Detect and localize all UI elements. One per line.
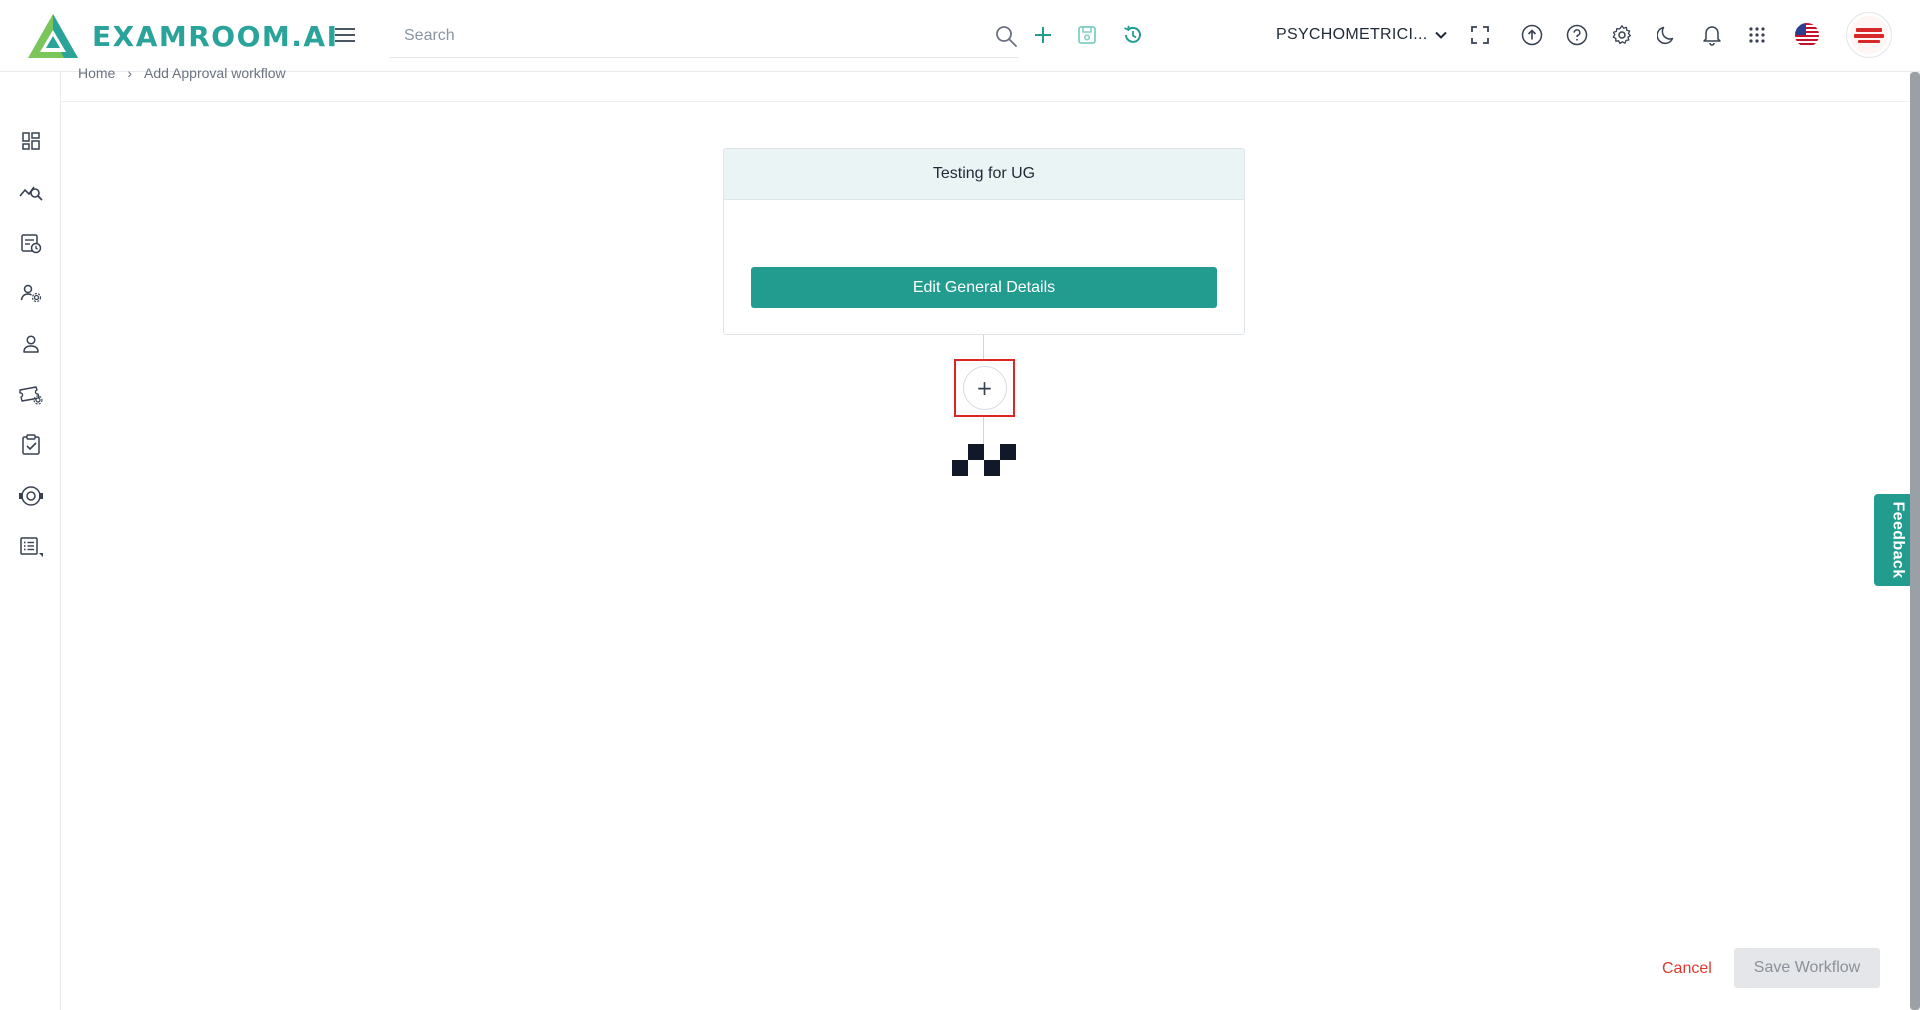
ticket-gear-icon — [19, 386, 43, 405]
workflow-title: Testing for UG — [724, 149, 1244, 200]
chart-search-icon — [19, 186, 43, 201]
help-icon[interactable] — [1564, 22, 1590, 48]
cancel-button[interactable]: Cancel — [1652, 952, 1722, 986]
add-step-button[interactable]: + — [962, 366, 1007, 410]
search-bar — [390, 16, 1018, 58]
brand-logo[interactable]: EXAMROOM.AI — [26, 12, 339, 60]
moon-icon[interactable] — [1654, 22, 1680, 48]
upload-icon[interactable] — [1519, 22, 1545, 48]
calendar-clock-icon — [21, 234, 42, 254]
organization-name: PSYCHOMETRICI... — [1276, 26, 1428, 43]
brand-name: EXAMROOM.AI — [92, 19, 339, 53]
sidebar — [0, 72, 61, 1010]
history-icon[interactable] — [1120, 22, 1146, 48]
sidebar-item-reports[interactable] — [18, 534, 44, 560]
apps-grid-icon[interactable] — [1744, 22, 1770, 48]
list-icon — [20, 537, 43, 557]
sidebar-item-candidates[interactable] — [18, 331, 44, 357]
sidebar-item-exam-schedule[interactable] — [18, 230, 44, 256]
fullscreen-icon[interactable] — [1467, 22, 1493, 48]
sidebar-item-user-settings[interactable] — [18, 280, 44, 306]
person-icon — [23, 335, 39, 353]
avatar[interactable] — [1846, 12, 1892, 58]
workflow-connector-top — [983, 335, 984, 361]
bell-icon[interactable] — [1699, 22, 1725, 48]
dashboard-icon — [22, 132, 40, 150]
plus-icon[interactable] — [1030, 22, 1056, 48]
edit-general-details-button[interactable]: Edit General Details — [751, 267, 1217, 308]
top-header: EXAMROOM.AI PSYCHO — [0, 0, 1920, 72]
search-input[interactable] — [390, 16, 970, 56]
chevron-down-icon — [1435, 31, 1448, 39]
workflow-connector-bottom — [983, 417, 984, 444]
breadcrumb: Home › Add Approval workflow — [78, 62, 286, 84]
search-icon[interactable] — [994, 24, 1018, 48]
breadcrumb-current: Add Approval workflow — [144, 65, 286, 81]
feedback-label: Feedback — [1889, 501, 1907, 579]
clipboard-check-icon — [22, 434, 40, 455]
workflow-start-card: Testing for UG Edit General Details — [723, 148, 1245, 335]
sidebar-item-proctoring[interactable] — [18, 483, 44, 509]
us-flag-icon[interactable] — [1795, 23, 1819, 47]
user-avatar-icon — [1850, 16, 1888, 54]
breadcrumb-chevron-icon: › — [127, 65, 133, 81]
add-step-highlight: + — [954, 359, 1015, 417]
organization-selector[interactable]: PSYCHOMETRICI... — [1276, 22, 1448, 48]
user-gear-icon — [20, 284, 42, 303]
save-icon[interactable] — [1074, 22, 1100, 48]
save-workflow-button[interactable]: Save Workflow — [1734, 948, 1880, 988]
hamburger-menu-icon[interactable] — [332, 22, 358, 48]
checkered-flag-icon — [952, 444, 1016, 476]
breadcrumb-home[interactable]: Home — [78, 65, 115, 81]
sidebar-item-vouchers[interactable] — [18, 382, 44, 408]
camera-gear-icon — [19, 486, 43, 506]
examroom-logo-icon — [28, 14, 78, 58]
sidebar-item-dashboard[interactable] — [18, 128, 44, 154]
scrollbar-thumb[interactable] — [1910, 72, 1920, 1010]
breadcrumb-divider — [61, 101, 1910, 102]
sidebar-item-approvals[interactable] — [18, 432, 44, 458]
sidebar-item-analytics[interactable] — [18, 179, 44, 205]
gear-icon[interactable] — [1609, 22, 1635, 48]
